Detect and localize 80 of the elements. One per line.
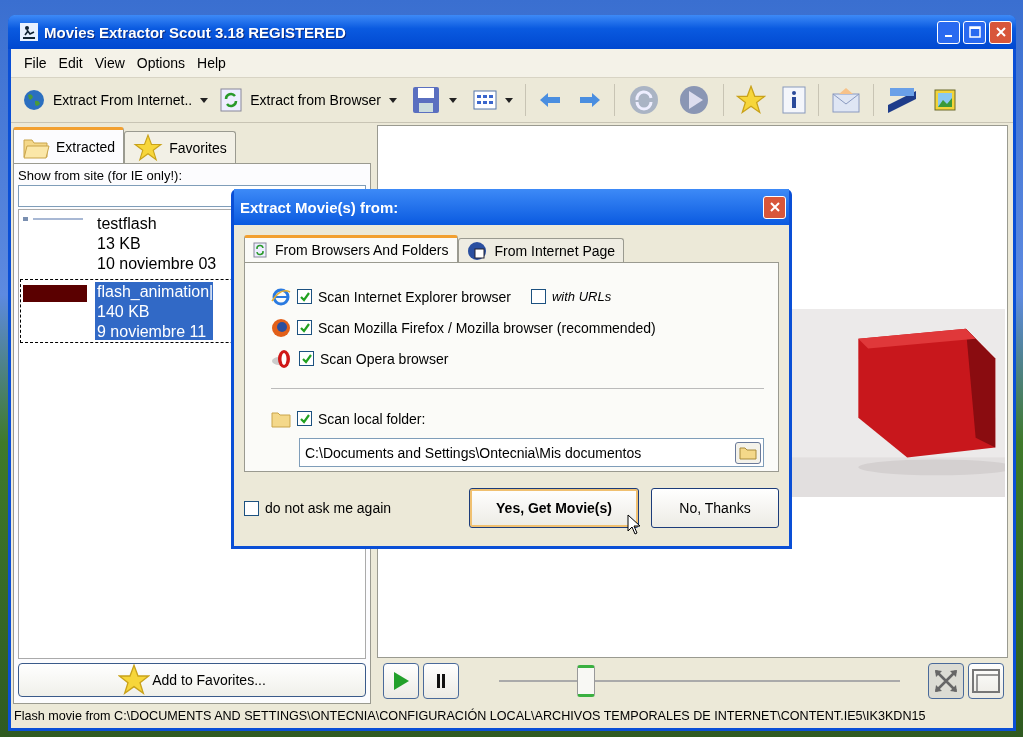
firefox-icon <box>271 317 291 338</box>
image-icon[interactable] <box>933 89 956 111</box>
yes-button[interactable]: Yes, Get Movie(s) <box>469 488 639 528</box>
refresh-icon <box>253 242 267 258</box>
mouse-cursor-icon <box>627 514 641 536</box>
site-filter-label: Show from site (for IE only!): <box>18 168 183 183</box>
caret-icon[interactable] <box>504 97 513 103</box>
pause-button[interactable] <box>423 663 459 699</box>
caret-icon <box>388 97 397 103</box>
menu-item[interactable]: Options <box>131 55 193 71</box>
star-icon <box>118 664 151 696</box>
checkbox-label: with URLs <box>552 289 612 304</box>
play-icon <box>392 671 410 691</box>
browse-folder-button[interactable] <box>735 441 761 464</box>
tab[interactable]: Favorites <box>124 131 236 163</box>
save-icon[interactable] <box>410 85 441 115</box>
checkbox-label: do not ask me again <box>265 500 392 516</box>
checkbox[interactable] <box>297 411 312 426</box>
caret-icon[interactable] <box>448 97 457 103</box>
window-icon <box>972 669 1000 693</box>
tab[interactable]: From Internet Page <box>457 238 625 262</box>
folder-icon <box>271 409 291 428</box>
folder-path-field[interactable]: C:\Documents and Settings\Ontecnia\Mis documentos <box>299 438 764 467</box>
checkbox[interactable] <box>297 289 312 304</box>
menu-item[interactable]: File <box>19 55 54 71</box>
checkbox[interactable] <box>244 500 259 516</box>
window-title: Movies Extractor Scout 3.18 REGISTERED <box>44 23 346 41</box>
add-favorites-button[interactable]: Add to Favorites... <box>18 663 366 697</box>
star-icon <box>133 133 164 162</box>
movie-name: flash_animation| <box>97 282 214 302</box>
tab[interactable]: Extracted <box>13 127 125 163</box>
forward-arrow-icon[interactable] <box>577 91 602 109</box>
movie-size: 13 KB <box>97 234 142 254</box>
refresh-icon <box>220 88 243 112</box>
dialog-title: Extract Movie(s) from: <box>240 198 399 216</box>
fullscreen-button[interactable] <box>928 663 964 699</box>
caret-icon <box>200 97 209 103</box>
movie-date: 9 noviembre 11 <box>97 322 208 342</box>
minimize-button[interactable] <box>937 20 960 44</box>
checkbox-label: Scan Internet Explorer browser <box>318 288 511 305</box>
movie-name: testflash <box>97 214 158 234</box>
checkbox[interactable] <box>531 289 546 304</box>
opera-icon <box>271 348 293 369</box>
menu-item[interactable]: Help <box>192 55 233 71</box>
seek-slider[interactable] <box>499 664 900 698</box>
thumbnail <box>23 217 83 221</box>
pause-icon <box>435 673 447 689</box>
checkbox[interactable] <box>299 351 314 366</box>
internet-explorer-icon <box>271 286 291 307</box>
minimize-icon <box>945 35 952 37</box>
info-icon[interactable] <box>781 86 806 114</box>
movie-size: 140 KB <box>97 302 151 322</box>
menu-item[interactable]: View <box>89 55 132 71</box>
movie-date: 10 noviembre 03 <box>97 254 217 274</box>
play-button[interactable] <box>383 663 419 699</box>
extract-browser-button[interactable]: Extract from Browser <box>216 86 401 114</box>
maximize-button[interactable] <box>963 20 986 44</box>
checkbox-label: Scan local folder: <box>318 410 426 427</box>
expand-arrows-icon <box>933 668 959 694</box>
maximize-icon <box>968 26 981 38</box>
checkbox[interactable] <box>297 320 312 335</box>
menu-item[interactable]: Edit <box>53 55 90 71</box>
star-icon[interactable] <box>735 85 766 115</box>
window-mode-button[interactable] <box>968 663 1004 699</box>
slider-thumb[interactable] <box>577 665 596 697</box>
globe-icon <box>466 240 487 261</box>
close-button[interactable] <box>989 20 1012 44</box>
no-button[interactable]: No, Thanks <box>651 488 779 528</box>
close-icon <box>994 26 1007 38</box>
checkbox-label: Scan Opera browser <box>320 350 449 367</box>
globe-icon <box>23 89 45 111</box>
tab[interactable]: From Browsers And Folders <box>244 235 458 262</box>
checkbox-label: Scan Mozilla Firefox / Mozilla browser (recommended) <box>318 319 656 336</box>
status-text: Flash movie from C:\DOCUMENTS AND SETTINGS\ONTECNIA\CONFIGURACIÓN LOCAL\ARCHIVOS TEMPORALES DE INTERNET\CONTENT.IE5\IK3KDN15 <box>14 709 926 723</box>
app-icon <box>20 23 38 41</box>
grid-view-icon[interactable] <box>472 90 497 110</box>
thumbnail <box>23 285 87 302</box>
close-button[interactable] <box>763 195 786 219</box>
extract-internet-button[interactable]: Extract From Internet.. <box>19 87 213 113</box>
close-icon <box>768 201 781 213</box>
